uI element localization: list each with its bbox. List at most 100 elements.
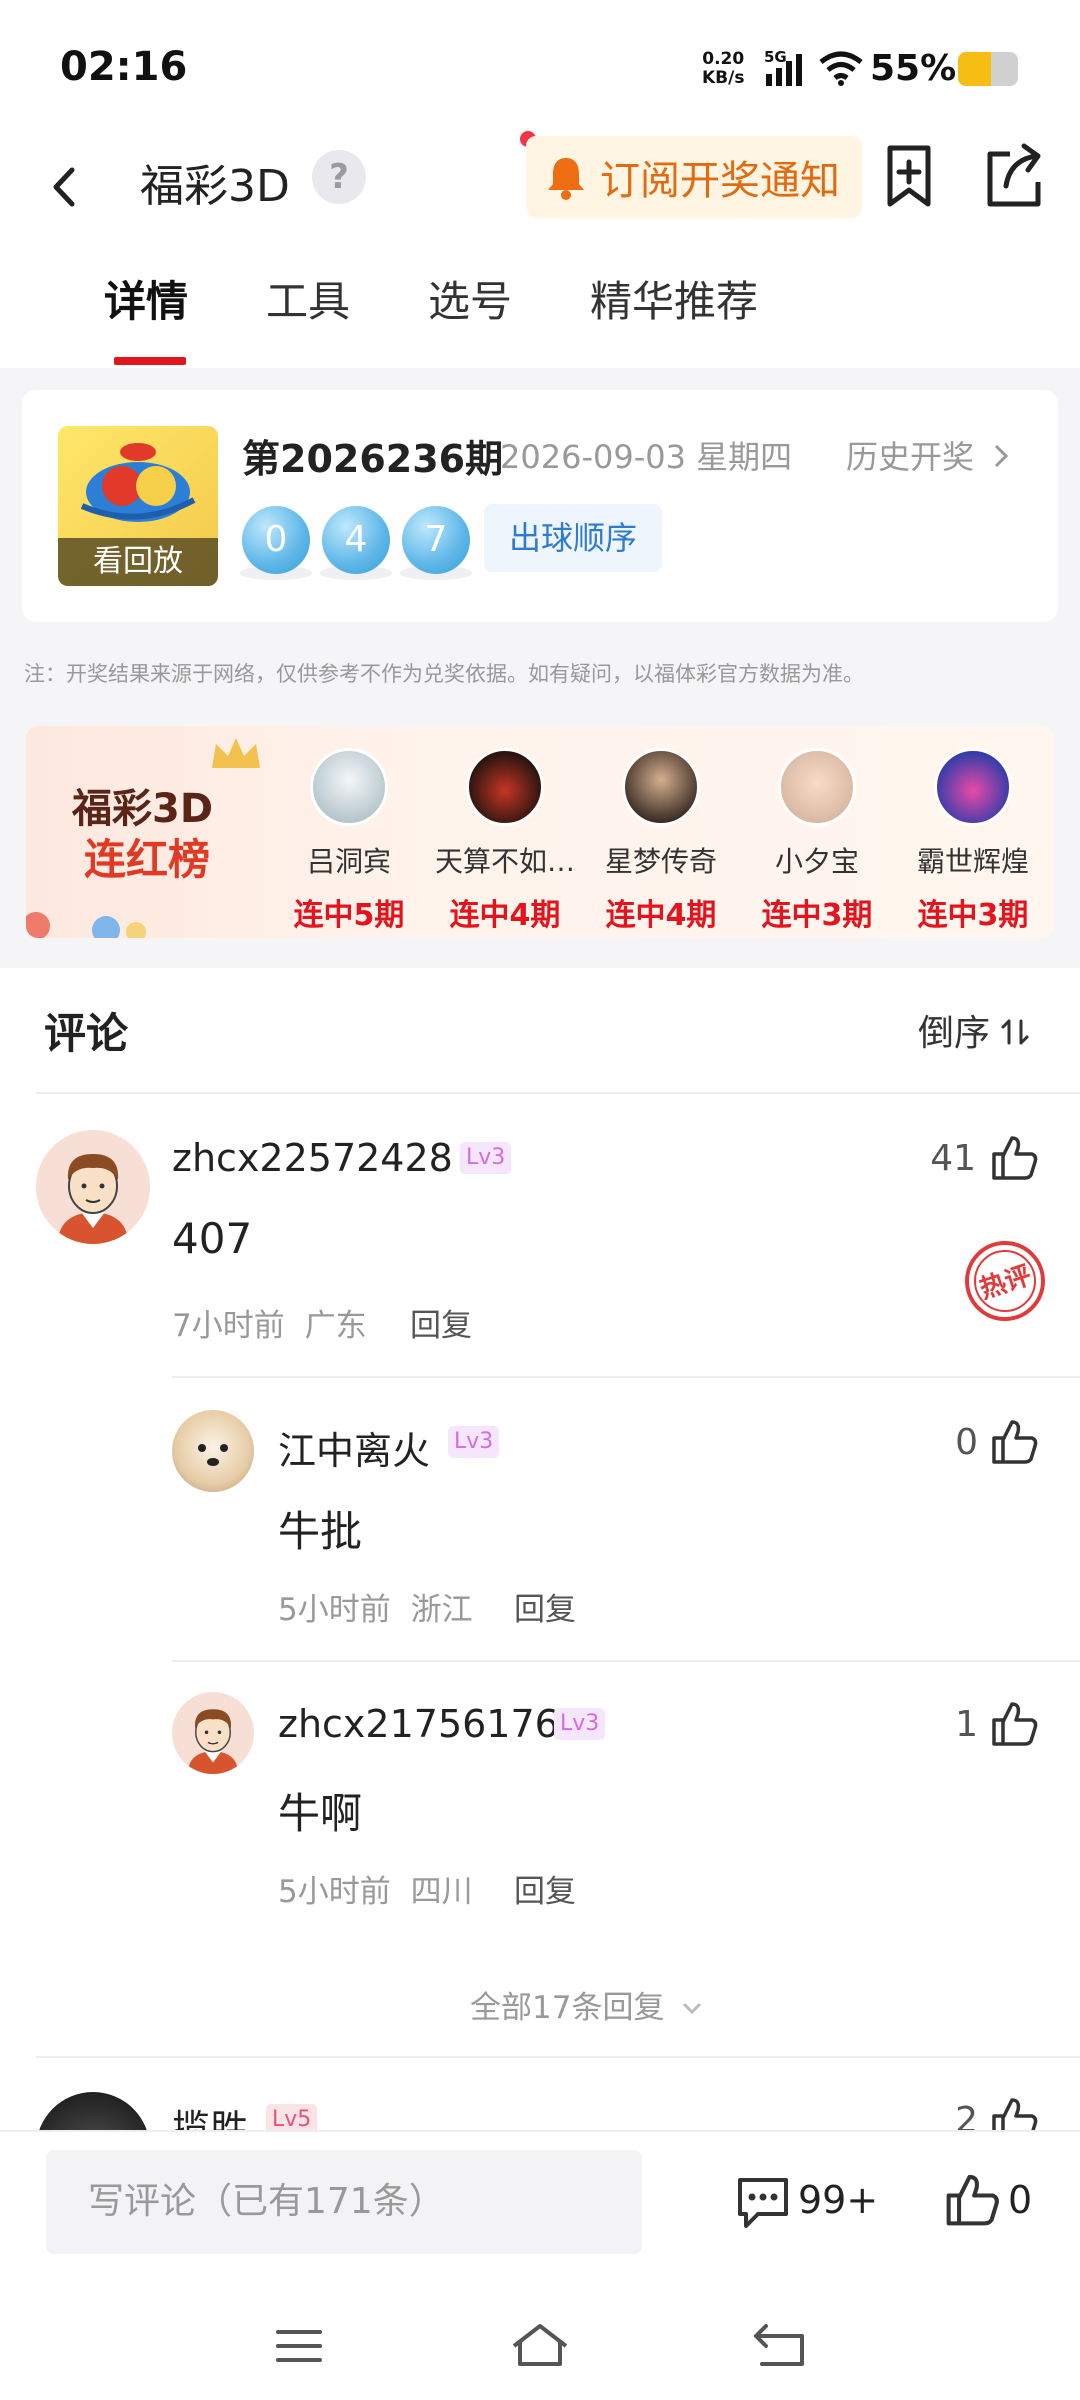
reply-button[interactable]: 回复 (514, 1866, 576, 1911)
tab-recommendations[interactable]: 精华推荐 (590, 272, 758, 332)
battery-level (958, 52, 991, 86)
comments-title: 评论 (44, 1009, 129, 1058)
lottery-logo-icon (80, 443, 196, 522)
avatar[interactable] (172, 1692, 254, 1774)
share-icon[interactable] (980, 142, 1046, 216)
winning-ball: 0 (242, 506, 310, 574)
ranker-streak: 连中4期 (449, 898, 561, 933)
like-icon[interactable] (944, 2170, 1002, 2232)
disclaimer-note: 注：开奖结果来源于网络，仅供参考不作为兑奖依据。如有疑问，以福体彩官方数据为准。 (24, 662, 864, 686)
avatar[interactable] (172, 1410, 254, 1492)
signal-icon: 5G (764, 48, 812, 92)
ranker-streak: 连中4期 (605, 898, 717, 933)
ranker-avatar[interactable] (310, 748, 388, 826)
back-button[interactable] (42, 152, 92, 222)
comment-region: 广东 (304, 1308, 367, 1344)
divider (172, 1376, 1080, 1378)
like-count: 0 (955, 1422, 978, 1463)
lottery-balls-icon (26, 912, 146, 938)
ranker-avatar[interactable] (466, 748, 544, 826)
comment-time: 5小时前 (278, 1592, 391, 1628)
level-badge: Lv3 (460, 1142, 512, 1174)
ranker-name: 霸世辉煌 (916, 845, 1029, 878)
back-nav-icon[interactable] (752, 2322, 808, 2368)
wifi-icon (818, 50, 864, 90)
reply-button[interactable]: 回复 (514, 1584, 576, 1629)
divider (36, 2056, 1080, 2058)
thumbs-up-icon[interactable] (990, 1698, 1040, 1752)
winning-ball: 4 (322, 506, 390, 574)
net-speed-unit: KB/s (702, 68, 745, 88)
replay-thumbnail[interactable]: 看回放 (58, 426, 218, 586)
system-nav-bar (0, 2280, 1080, 2400)
ranker-avatar[interactable] (778, 748, 856, 826)
tab-pick-numbers[interactable]: 选号 (428, 272, 512, 332)
battery-percent: 55% (870, 48, 957, 89)
home-icon[interactable] (510, 2320, 570, 2370)
comment-meta: 7小时前 广东 (172, 1300, 367, 1345)
active-tab-indicator (114, 357, 186, 365)
history-link[interactable]: 历史开奖 (846, 432, 1012, 478)
ranker-name: 天算不如… (434, 845, 575, 878)
ranker-streak: 连中3期 (761, 898, 873, 933)
status-bar: 02:16 0.20 KB/s 5G 55% (0, 0, 1080, 130)
ranking-subtitle: 连红榜 (84, 835, 211, 884)
issue-number: 第2026236期 (242, 437, 504, 481)
crown-icon (212, 738, 260, 768)
ball-order-button[interactable]: 出球顺序 (484, 504, 662, 572)
comment-username[interactable]: zhcx21756176 (278, 1702, 559, 1746)
comment-time: 5小时前 (278, 1874, 391, 1910)
comment-region: 四川 (410, 1874, 473, 1910)
comment-meta: 5小时前 浙江 (278, 1584, 473, 1629)
ranker-streak: 连中3期 (917, 898, 1029, 933)
comment-meta: 5小时前 四川 (278, 1866, 473, 1911)
ranker-avatar[interactable] (934, 748, 1012, 826)
ranker-avatar[interactable] (622, 748, 700, 826)
thumbs-up-icon[interactable] (990, 1132, 1040, 1186)
menu-icon[interactable] (274, 2326, 324, 2366)
comment-text: 牛批 (278, 1507, 363, 1556)
thumbs-up-icon[interactable] (990, 1416, 1040, 1470)
help-icon[interactable]: ? (312, 150, 366, 204)
chevron-down-icon (683, 2002, 702, 2015)
ranker-name: 星梦传奇 (604, 845, 717, 878)
net-speed-value: 0.20 (702, 49, 745, 69)
network-type: 5G (764, 48, 787, 66)
view-all-replies[interactable]: 全部17条回复 (470, 1982, 704, 2027)
comment-input[interactable]: 写评论（已有171条） (46, 2150, 642, 2254)
battery-icon (958, 52, 1018, 86)
sort-toggle[interactable]: 倒序 (918, 1004, 1029, 1056)
comment-username[interactable]: zhcx22572428 (172, 1136, 453, 1180)
comments-icon[interactable] (734, 2174, 792, 2234)
winning-ball: 7 (402, 506, 470, 574)
avatar[interactable] (36, 1130, 150, 1244)
dog-avatar-icon (198, 1444, 228, 1466)
level-badge: Lv3 (448, 1426, 500, 1458)
ranker-name: 吕洞宾 (306, 845, 391, 878)
comment-username[interactable]: 江中离火 (278, 1420, 430, 1475)
history-label: 历史开奖 (846, 438, 975, 476)
like-count: 1 (955, 1704, 978, 1745)
winning-streak-banner[interactable]: 福彩3D 连红榜 吕洞宾 天算不如… 星梦传奇 小夕宝 霸世辉煌 连中5期 连中… (26, 726, 1054, 938)
comment-text: 牛啊 (278, 1789, 363, 1838)
subscribe-button[interactable]: 订阅开奖通知 (526, 136, 862, 218)
sort-label: 倒序 (918, 1013, 991, 1054)
draw-date: 2026-09-03 星期四 (500, 438, 793, 476)
divider (172, 1660, 1080, 1662)
clock: 02:16 (60, 44, 188, 90)
sort-icon (1001, 1019, 1029, 1045)
tab-tools[interactable]: 工具 (266, 272, 350, 332)
like-total: 0 (1008, 2178, 1033, 2222)
subscribe-label: 订阅开奖通知 (600, 158, 840, 204)
comment-time: 7小时前 (172, 1308, 285, 1344)
bell-icon (548, 158, 584, 200)
tab-details[interactable]: 详情 (104, 272, 188, 332)
reply-button[interactable]: 回复 (410, 1300, 472, 1345)
comment-region: 浙江 (410, 1592, 473, 1628)
divider (36, 1092, 1080, 1094)
person-avatar-icon (58, 1154, 128, 1244)
add-bookmark-icon[interactable] (878, 142, 940, 216)
hot-comment-label: 热评 (976, 1261, 1035, 1306)
like-count: 41 (930, 1138, 976, 1179)
chevron-right-icon (995, 444, 1009, 468)
